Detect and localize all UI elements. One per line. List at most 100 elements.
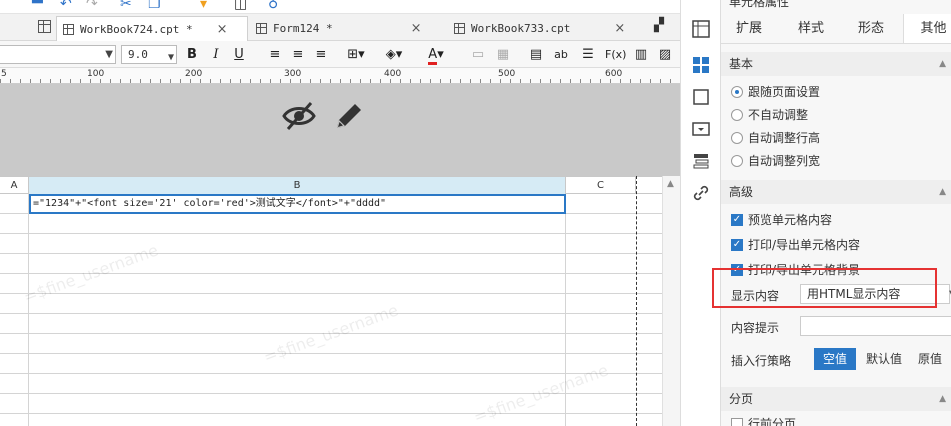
cell-grid[interactable]: =$fine_username =$fine_username =$fine_u… [0, 194, 680, 426]
watermark-text: =$fine_username [21, 240, 161, 307]
underline-button[interactable]: U [233, 46, 245, 64]
radio-label: 自动调整列宽 [748, 154, 821, 168]
font-color-icon[interactable]: A▾ [422, 46, 450, 65]
table-icon[interactable] [692, 20, 710, 38]
chevron-down-icon: ▼ [105, 49, 113, 60]
close-icon[interactable]: × [411, 21, 422, 36]
check-label: 打印/导出单元格内容 [748, 238, 861, 252]
tab-style[interactable]: 样式 [783, 14, 839, 43]
align-right-icon[interactable]: ≡ [314, 46, 328, 64]
section-advanced[interactable]: 高级 ▲ [721, 180, 951, 204]
section-title: 分页 [729, 392, 754, 406]
italic-button[interactable]: I [210, 46, 222, 64]
check-preview-content[interactable]: ✓ 预览单元格内容 [731, 210, 832, 230]
tab-form[interactable]: 形态 [843, 14, 899, 43]
ruler-mark: 600 [605, 69, 623, 79]
radio-icon [731, 86, 743, 98]
split-cell-icon[interactable]: ▦ [495, 46, 511, 64]
selected-cell-b1[interactable]: ="1234"+"<font size='21' color='red'>测试文… [29, 194, 566, 214]
cell-element-icon[interactable]: ▤ [528, 46, 544, 64]
tab-workbook733[interactable]: WorkBook733.cpt × [448, 16, 648, 41]
save-icon[interactable]: ▀ [32, 0, 43, 12]
insert-default-option[interactable]: 默认值 [860, 348, 908, 370]
tab-form124[interactable]: Form124 * × [250, 16, 446, 41]
formula-button[interactable]: F(x) [605, 46, 626, 64]
text-align-icon[interactable]: ☰ [580, 46, 596, 64]
redo-icon[interactable]: ↷ [86, 0, 98, 12]
quick-access-bar: ▀ ↶ ↷ ✂ ❐ ▾ ◫ ♁ [0, 0, 680, 14]
merge-cell-icon[interactable]: ▭ [470, 46, 486, 64]
radio-no-adjust[interactable]: 不自动调整 [731, 105, 808, 125]
ruler-mark: 5 [1, 69, 7, 79]
section-basic[interactable]: 基本 ▲ [721, 52, 951, 76]
template-grid-icon[interactable] [38, 20, 51, 33]
radio-auto-row-height[interactable]: 自动调整行高 [731, 128, 820, 148]
insert-original-option[interactable]: 原值 [912, 348, 948, 370]
tab-menu-icon[interactable]: ▞ [654, 18, 664, 33]
radio-auto-col-width[interactable]: 自动调整列宽 [731, 151, 820, 171]
tab-label: Form124 * [273, 22, 333, 35]
radio-follow-page[interactable]: 跟随页面设置 [731, 82, 820, 102]
radio-label: 不自动调整 [748, 108, 809, 122]
column-divider [28, 194, 29, 426]
watermark-text: =$fine_username [471, 360, 611, 426]
cut-icon[interactable]: ✂ [120, 0, 132, 12]
horizontal-ruler: 5 100 200 300 400 500 600 [0, 68, 680, 84]
collapse-icon[interactable]: ▲ [939, 387, 946, 411]
tab-label: WorkBook733.cpt [471, 22, 571, 35]
section-paging[interactable]: 分页 ▲ [721, 387, 951, 411]
ruler-mark: 200 [185, 69, 203, 79]
text-element-button[interactable]: ab [553, 46, 569, 64]
column-header-b[interactable]: B [29, 177, 566, 194]
edit-pencil-icon[interactable] [333, 100, 365, 132]
preview-icon[interactable]: ◫ [234, 0, 247, 12]
hyperlink-icon[interactable] [692, 184, 710, 202]
border-icon[interactable]: ⊞▾ [344, 46, 368, 64]
font-family-select[interactable]: ▼ [0, 45, 116, 64]
chevron-down-icon: ▼ [167, 52, 174, 63]
tab-expand[interactable]: 扩展 [721, 14, 777, 43]
bold-button[interactable]: B [185, 46, 199, 64]
frozen-header-band [0, 84, 680, 176]
check-label: 行前分页 [748, 417, 797, 426]
column-header-c[interactable]: C [566, 177, 636, 194]
check-label: 预览单元格内容 [748, 213, 833, 227]
scroll-up-icon[interactable]: ▲ [667, 179, 674, 189]
condition-icon[interactable] [692, 152, 710, 170]
font-size-select[interactable]: 9.0 ▼ [121, 45, 177, 64]
image-icon[interactable]: ▨ [657, 46, 673, 64]
collapse-icon[interactable]: ▲ [939, 52, 946, 76]
tab-strip: WorkBook724.cpt * × Form124 * × WorkBook… [0, 14, 680, 41]
column-header-a[interactable]: A [0, 177, 29, 194]
check-page-before-row[interactable]: 行前分页 [731, 414, 796, 426]
vertical-scrollbar[interactable]: ▲ [662, 176, 680, 426]
undo-icon[interactable]: ↶ [60, 0, 72, 12]
insert-null-option[interactable]: 空值 [814, 348, 856, 370]
close-icon[interactable]: × [614, 21, 625, 36]
widget-icon[interactable] [692, 120, 710, 138]
column-header-row: A B C [0, 176, 680, 194]
close-icon[interactable]: × [217, 22, 228, 37]
tooltip-input[interactable] [800, 316, 951, 336]
align-center-icon[interactable]: ≡ [291, 46, 305, 64]
cell-property-panel: 单元格属性 扩展 样式 形态 其他 基本 ▲ 跟随页面设置 不自动调整 自动调整… [720, 0, 951, 426]
copy-icon[interactable]: ❐ [148, 0, 161, 12]
watermark-text: =$fine_username [261, 300, 401, 367]
ruler-mark: 100 [87, 69, 105, 79]
cell-attribute-icon[interactable] [692, 56, 710, 74]
ruler-ticks [0, 79, 680, 83]
tab-other[interactable]: 其他 [903, 14, 951, 43]
property-tabs: 扩展 样式 形态 其他 [721, 14, 951, 44]
bulb-icon[interactable]: ♁ [268, 0, 278, 12]
collapse-icon[interactable]: ▲ [939, 180, 946, 204]
tab-workbook724[interactable]: WorkBook724.cpt * × [56, 16, 248, 41]
fill-color-icon[interactable]: ◈▾ [382, 46, 406, 64]
property-icon-strip [680, 0, 720, 426]
align-left-icon[interactable]: ≡ [268, 46, 282, 64]
check-print-content[interactable]: ✓ 打印/导出单元格内容 [731, 235, 860, 255]
ruler-mark: 300 [284, 69, 302, 79]
chart-icon[interactable]: ▥ [633, 46, 649, 64]
brush-icon[interactable]: ▾ [200, 0, 207, 12]
frame-icon[interactable] [692, 88, 710, 106]
eye-off-icon[interactable] [282, 100, 316, 132]
